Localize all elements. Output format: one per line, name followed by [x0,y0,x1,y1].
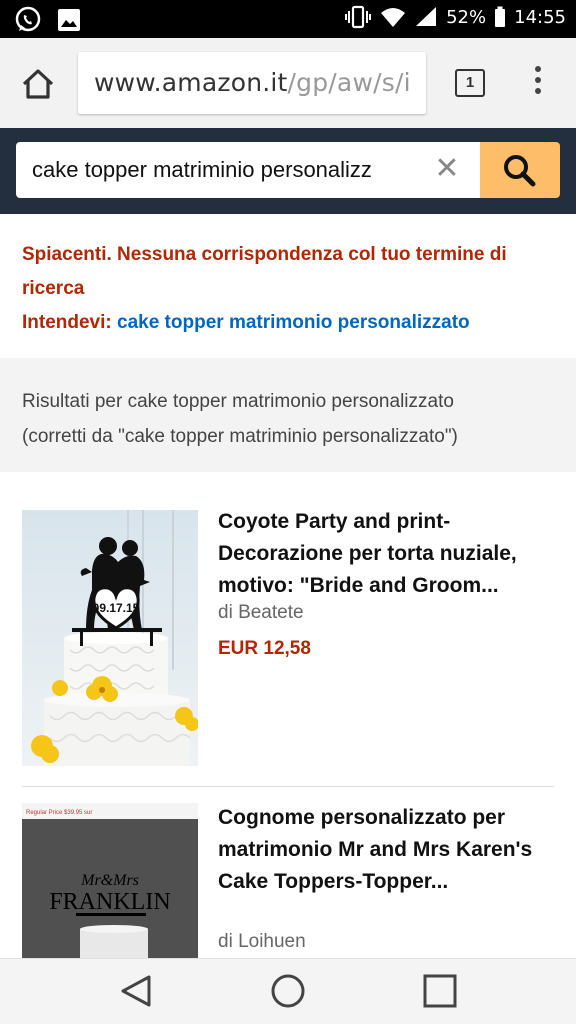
product-brand: di Loihuen [218,931,306,952]
product-brand: di Beatete [218,602,304,623]
home-circle-icon[interactable] [270,973,306,1009]
search-icon [504,155,536,187]
signal-icon [416,7,437,26]
topper-mr-mrs: Mr&Mrs [80,872,139,889]
results-info: Risultati per cake topper matrimonio per… [0,362,576,472]
results-info-line1: Risultati per cake topper matrimonio per… [22,391,454,412]
whatsapp-icon [15,6,41,32]
battery-percent: 52% [446,6,487,28]
product-price: EUR 12,58 [218,638,311,659]
system-navigation-bar [0,958,576,1024]
url-host: www.amazon.it [94,68,288,97]
price-banner: Regular Price $39.95 sur [26,810,92,816]
product-image[interactable]: Regular Price $39.95 sur Mr&Mrs FRANKLIN [22,803,198,958]
battery-icon [495,6,506,27]
browser-toolbar: www.amazon.it/gp/aw/s/i 1 [0,38,576,128]
wifi-icon [381,8,406,27]
no-results-notice: Spiacenti. Nessuna corrispondenza col tu… [0,214,576,358]
did-you-mean: Intendevi: cake topper matrimonio person… [22,306,554,340]
home-icon[interactable] [18,64,58,104]
clear-search-icon[interactable]: ✕ [430,152,464,186]
search-query: cake topper matriminio personalizz [32,157,372,182]
overflow-menu-icon[interactable] [530,66,546,102]
back-icon[interactable] [118,973,154,1009]
vibrate-icon [345,5,372,29]
recent-apps-icon[interactable] [422,973,458,1009]
result-item[interactable]: Regular Price $39.95 sur Mr&Mrs FRANKLIN… [0,787,576,958]
url-path: /gp/aw/s/i [287,68,411,97]
gallery-icon [58,9,80,31]
product-title[interactable]: Cognome personalizzato per matrimonio Mr… [218,802,563,898]
clock: 14:55 [514,6,566,28]
search-button[interactable] [480,142,560,198]
topper-name: FRANKLIN [49,889,170,915]
result-item[interactable]: 09.17.15 Coyote Party and print-Decorazi… [0,472,576,786]
search-input[interactable]: cake topper matriminio personalizz ✕ [16,142,482,198]
status-bar: 52% 14:55 [0,0,576,38]
results-info-line2: (corretti da "cake topper matriminio per… [22,426,458,447]
tab-switcher-button[interactable]: 1 [455,69,485,97]
topper-date: 09.17.15 [93,601,140,615]
no-results-message: Spiacenti. Nessuna corrispondenza col tu… [22,244,507,299]
url-bar[interactable]: www.amazon.it/gp/aw/s/i [78,52,426,114]
product-title[interactable]: Coyote Party and print-Decorazione per t… [218,506,563,602]
did-you-mean-link[interactable]: cake topper matrimonio personalizzato [117,312,470,333]
product-image[interactable]: 09.17.15 [22,510,198,766]
amazon-search-band: cake topper matriminio personalizz ✕ [0,128,576,214]
did-you-mean-label: Intendevi: [22,312,112,333]
